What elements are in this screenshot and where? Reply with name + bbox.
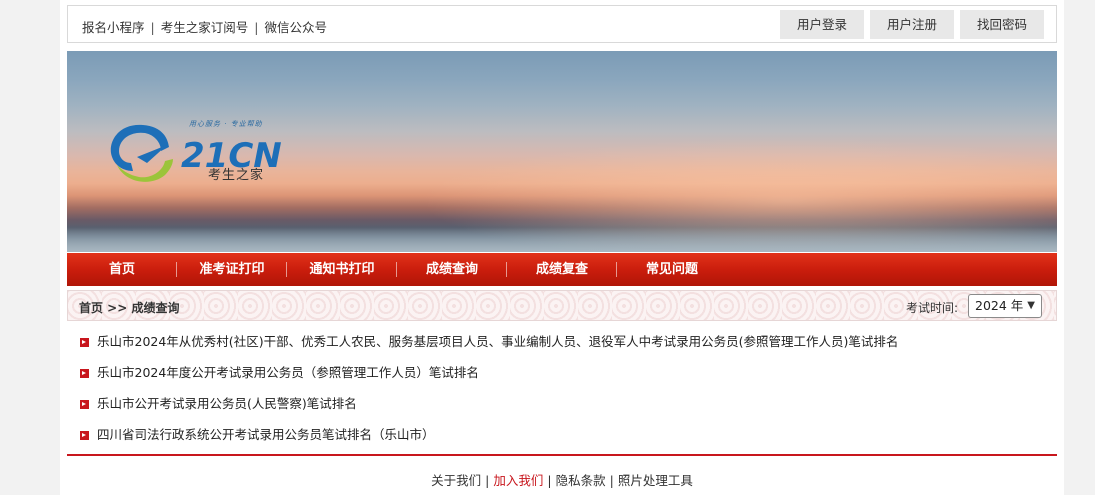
logo-site-name: 考生之家 <box>208 168 265 183</box>
arrow-bullet-icon <box>80 400 89 409</box>
list-item-title[interactable]: 乐山市2024年从优秀村(社区)干部、优秀工人农民、服务基层项目人员、事业编制人… <box>97 332 898 352</box>
result-list: 乐山市2024年从优秀村(社区)干部、优秀工人农民、服务基层项目人员、事业编制人… <box>80 332 1040 456</box>
footer-separator: | <box>485 473 490 488</box>
about-us-link[interactable]: 关于我们 <box>431 473 481 488</box>
list-item[interactable]: 乐山市2024年度公开考试录用公务员（参照管理工作人员）笔试排名 <box>80 363 1040 394</box>
arrow-bullet-icon <box>80 338 89 347</box>
chevron-down-icon: ▼ <box>1027 300 1035 311</box>
nav-item-notice-print[interactable]: 通知书打印 <box>287 253 397 286</box>
join-us-link[interactable]: 加入我们 <box>493 473 543 488</box>
nav-item-faq[interactable]: 常见问题 <box>617 253 727 286</box>
nav-item-admission-ticket[interactable]: 准考证打印 <box>177 253 287 286</box>
privacy-link[interactable]: 隐私条款 <box>556 473 606 488</box>
list-item-title[interactable]: 四川省司法行政系统公开考试录用公务员笔试排名（乐山市） <box>97 425 435 445</box>
banner-mist <box>67 227 1057 252</box>
account-buttons: 用户登录 用户注册 找回密码 <box>780 10 1044 39</box>
list-item[interactable]: 乐山市公开考试录用公务员(人民警察)笔试排名 <box>80 394 1040 425</box>
register-button[interactable]: 用户注册 <box>870 10 954 39</box>
breadcrumb-bar: 首页 >> 成绩查询 考试时间: 2024 年 ▼ <box>67 290 1057 321</box>
nav-item-score-query[interactable]: 成绩查询 <box>397 253 507 286</box>
main-nav: 首页 准考证打印 通知书打印 成绩查询 成绩复查 常见问题 <box>67 253 1057 286</box>
wechat-official-account-link[interactable]: 微信公众号 <box>264 20 327 35</box>
top-separator: | <box>150 20 155 35</box>
arrow-bullet-icon <box>80 431 89 440</box>
mini-program-link[interactable]: 报名小程序 <box>82 20 145 35</box>
recover-password-button[interactable]: 找回密码 <box>960 10 1044 39</box>
subscription-account-link[interactable]: 考生之家订阅号 <box>161 20 249 35</box>
exam-time-label: 考试时间: <box>905 301 958 315</box>
photo-tool-link[interactable]: 照片处理工具 <box>618 473 693 488</box>
breadcrumb: 首页 >> 成绩查询 <box>79 301 180 315</box>
list-item[interactable]: 四川省司法行政系统公开考试录用公务员笔试排名（乐山市） <box>80 425 1040 456</box>
list-item-title[interactable]: 乐山市公开考试录用公务员(人民警察)笔试排名 <box>97 394 357 414</box>
login-button[interactable]: 用户登录 <box>780 10 864 39</box>
top-separator: | <box>254 20 259 35</box>
footer-separator: | <box>547 473 552 488</box>
page-container: 报名小程序 | 考生之家订阅号 | 微信公众号 用户登录 用户注册 找回密码 21CN … <box>60 0 1064 495</box>
list-item-title[interactable]: 乐山市2024年度公开考试录用公务员（参照管理工作人员）笔试排名 <box>97 363 479 383</box>
nav-item-score-review[interactable]: 成绩复查 <box>507 253 617 286</box>
arrow-bullet-icon <box>80 369 89 378</box>
header-banner: 21CN 用心服务 · 专业帮助 考生之家 <box>67 51 1057 252</box>
logo-arrow <box>137 145 167 163</box>
year-select[interactable]: 2024 年 ▼ <box>968 294 1042 318</box>
top-links: 报名小程序 | 考生之家订阅号 | 微信公众号 <box>82 17 327 36</box>
footer-separator: | <box>609 473 614 488</box>
list-item[interactable]: 乐山市2024年从优秀村(社区)干部、优秀工人农民、服务基层项目人员、事业编制人… <box>80 332 1040 363</box>
year-select-value: 2024 年 <box>975 298 1024 313</box>
top-bar: 报名小程序 | 考生之家订阅号 | 微信公众号 用户登录 用户注册 找回密码 <box>67 5 1057 43</box>
footer-links: 关于我们 | 加入我们 | 隐私条款 | 照片处理工具 <box>60 470 1064 489</box>
logo-slogan: 用心服务 · 专业帮助 <box>189 120 263 128</box>
footer-divider <box>67 454 1057 456</box>
nav-item-home[interactable]: 首页 <box>67 253 177 286</box>
